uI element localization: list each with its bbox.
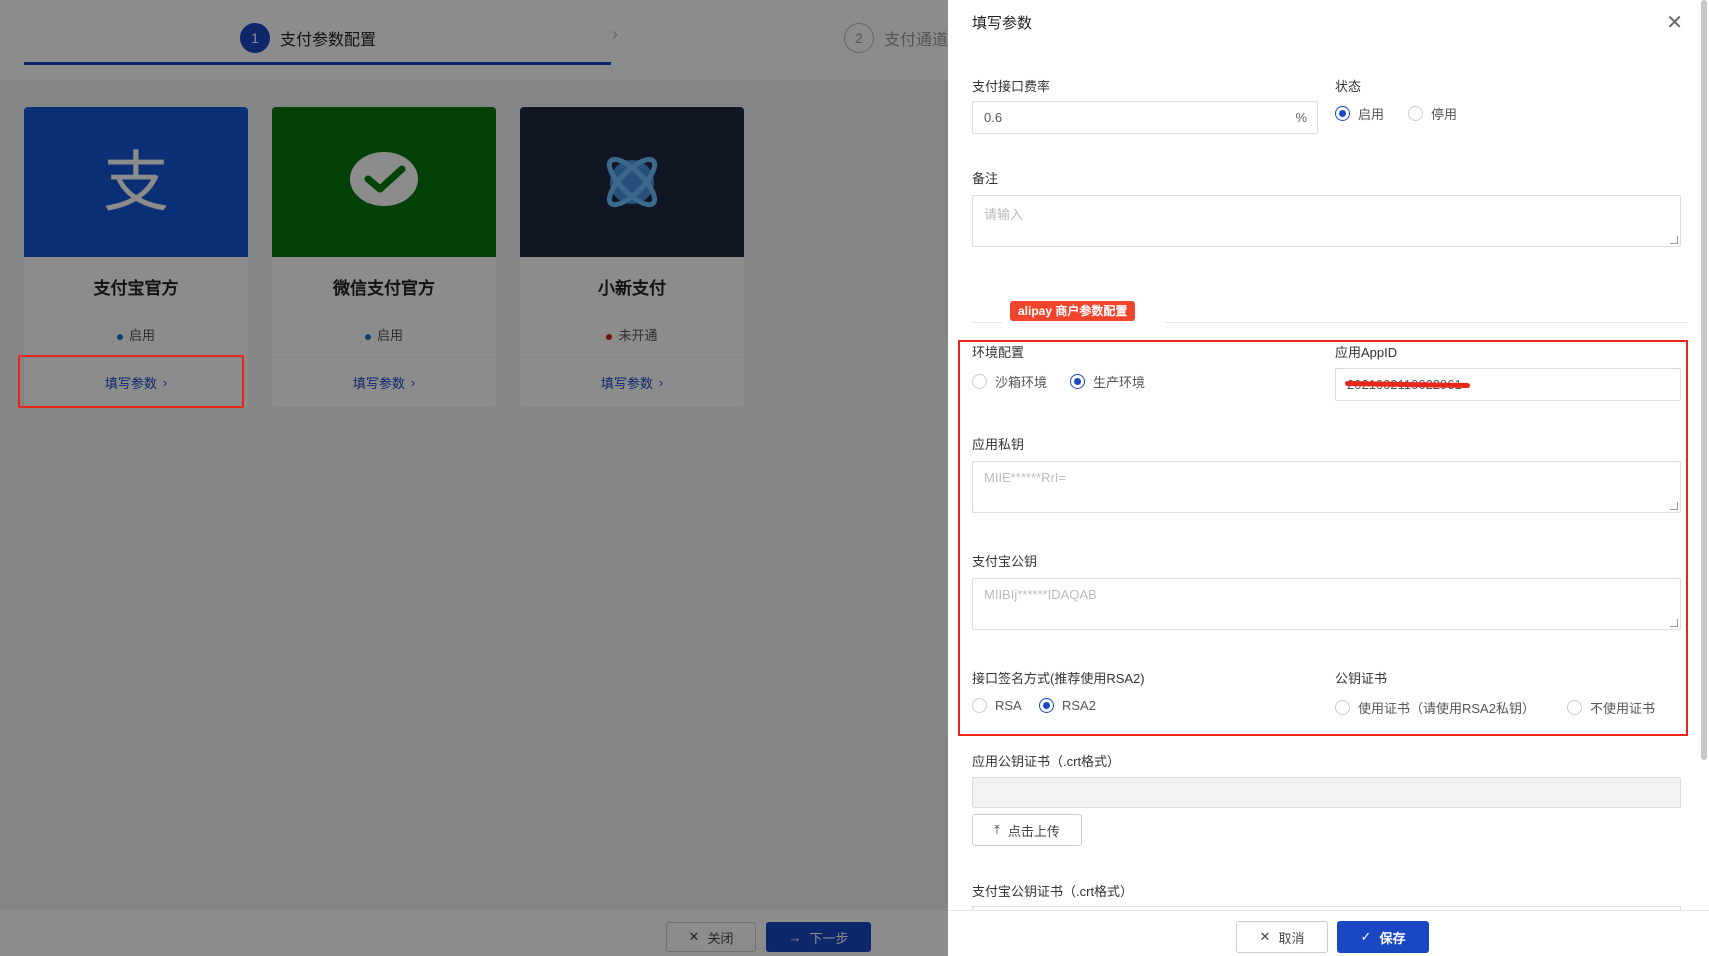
radio-label: RSA <box>995 698 1022 713</box>
radio-label: 不使用证书 <box>1590 701 1656 716</box>
close-icon[interactable]: ✕ <box>1666 10 1683 35</box>
app-id-label: 应用AppID <box>1335 345 1398 360</box>
radio-label: 启用 <box>1358 107 1385 122</box>
status-radio-enabled[interactable]: 启用 <box>1335 104 1384 123</box>
radio-unchecked <box>1567 700 1582 715</box>
status-label: 状态 <box>1335 79 1362 94</box>
radio-unchecked <box>972 698 987 713</box>
modal-overlay[interactable] <box>0 0 948 956</box>
app-cert-label: 应用公钥证书（.crt格式） <box>972 754 1121 769</box>
fee-rate-label: 支付接口费率 <box>972 79 1051 94</box>
highlight-annotation <box>18 355 244 408</box>
cancel-label: 取消 <box>1278 930 1305 946</box>
radio-label: 停用 <box>1431 107 1458 122</box>
cert-label: 公钥证书 <box>1335 671 1388 686</box>
env-label: 环境配置 <box>972 345 1025 360</box>
drawer-footer <box>948 910 1709 956</box>
alipay-public-key-textarea[interactable]: MIIBIj******IDAQAB <box>972 578 1681 630</box>
radio-unchecked <box>1408 106 1423 121</box>
fee-rate-input[interactable]: 0.6 % <box>972 101 1318 134</box>
remark-placeholder: 请输入 <box>984 207 1024 222</box>
upload-button[interactable]: ⤒ 点击上传 <box>972 814 1082 846</box>
sign-type-radio-rsa[interactable]: RSA <box>972 698 1022 713</box>
radio-label: 生产环境 <box>1093 375 1146 390</box>
radio-label: 使用证书（请使用RSA2私钥） <box>1358 701 1535 716</box>
params-drawer: 填写参数 ✕ 支付接口费率 0.6 % 状态 启用 停用 备注 请输入 alip… <box>948 0 1709 956</box>
sign-type-label: 接口签名方式(推荐使用RSA2) <box>972 671 1145 686</box>
radio-checked <box>1070 374 1085 389</box>
env-radio-sandbox[interactable]: 沙箱环境 <box>972 372 1047 391</box>
cancel-button[interactable]: ✕ 取消 <box>1236 921 1328 953</box>
drawer-title: 填写参数 <box>972 15 1033 32</box>
remark-textarea[interactable]: 请输入 <box>972 195 1681 247</box>
close-icon: ✕ <box>1259 929 1271 944</box>
private-key-placeholder: MIIE******RrI= <box>984 470 1066 485</box>
alipay-public-key-label: 支付宝公钥 <box>972 554 1038 569</box>
check-icon: ✓ <box>1360 929 1372 944</box>
cert-radio-use[interactable]: 使用证书（请使用RSA2私钥） <box>1335 698 1535 717</box>
drawer-header: 填写参数 ✕ <box>948 0 1709 44</box>
app-cert-field <box>972 777 1681 808</box>
radio-label: RSA2 <box>1062 698 1096 713</box>
env-radio-production[interactable]: 生产环境 <box>1070 372 1145 391</box>
remark-label: 备注 <box>972 171 999 186</box>
alipay-public-key-placeholder: MIIBIj******IDAQAB <box>984 587 1097 602</box>
fee-rate-value: 0.6 <box>984 110 1003 125</box>
private-key-label: 应用私钥 <box>972 437 1025 452</box>
upload-icon: ⤒ <box>994 822 1000 837</box>
section-tag: alipay 商户参数配置 <box>1010 301 1136 321</box>
radio-label: 沙箱环境 <box>995 375 1048 390</box>
cert-radio-none[interactable]: 不使用证书 <box>1567 698 1655 717</box>
save-button[interactable]: ✓ 保存 <box>1337 921 1429 953</box>
status-radio-disabled[interactable]: 停用 <box>1408 104 1457 123</box>
radio-checked <box>1039 698 1054 713</box>
scrollbar[interactable] <box>1701 0 1707 760</box>
radio-unchecked <box>1335 700 1350 715</box>
save-label: 保存 <box>1379 930 1406 946</box>
sign-type-radio-rsa2[interactable]: RSA2 <box>1039 698 1096 713</box>
private-key-textarea[interactable]: MIIE******RrI= <box>972 461 1681 513</box>
upload-label: 点击上传 <box>1007 823 1060 839</box>
alipay-cert-label: 支付宝公钥证书（.crt格式） <box>972 884 1134 899</box>
radio-checked <box>1335 106 1350 121</box>
percent-suffix: % <box>1295 110 1307 125</box>
radio-unchecked <box>972 374 987 389</box>
